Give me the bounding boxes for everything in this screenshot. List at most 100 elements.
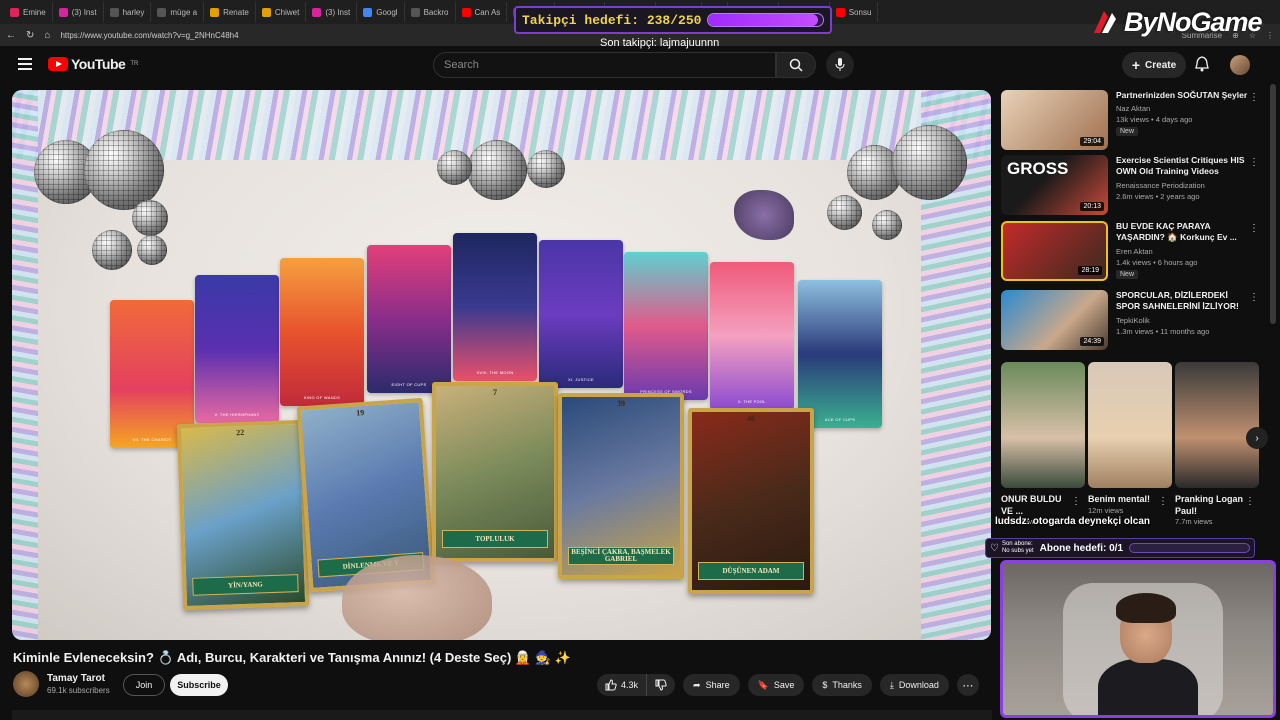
video-duration: 24:39 [1080, 337, 1104, 346]
short-title[interactable]: Benim mental! [1088, 494, 1158, 506]
tarot-card: XI. JUSTICE [539, 240, 623, 388]
browser-tab[interactable]: (3) Inst [306, 2, 358, 22]
video-thumbnail[interactable]: 29:04 [1001, 90, 1108, 150]
video-thumbnail[interactable]: 28:19 [1001, 221, 1108, 281]
create-button[interactable]: + Create [1122, 52, 1186, 78]
short-info: Pranking Logan Paul! 7.7m views [1175, 494, 1245, 527]
browser-tab[interactable]: Emine [4, 2, 53, 22]
thanks-icon: $ [822, 680, 828, 690]
download-button[interactable]: ⤓ Download [879, 674, 949, 696]
tab-label: Can As [474, 7, 501, 17]
download-label: Download [898, 680, 939, 690]
more-options-icon[interactable]: ⋮ [1245, 496, 1262, 507]
recommendation-item[interactable]: 24:39 SPORCULAR, DİZİLERDEKİ SPOR SAHNEL… [1001, 290, 1263, 352]
menu-icon[interactable] [18, 58, 32, 70]
search-button[interactable] [776, 52, 816, 78]
subscribe-button[interactable]: Subscribe [170, 674, 228, 696]
more-options-icon[interactable]: ⋮ [1249, 292, 1259, 303]
more-options-icon[interactable]: ⋮ [1249, 157, 1259, 168]
recommendation-item[interactable]: 29:04 Partnerinizden SOĞUTAN Şeyler Naz … [1001, 90, 1263, 152]
chat-message: ludsdz: otogarda deynekçi olcan [995, 516, 1151, 527]
voice-search-button[interactable] [826, 51, 854, 79]
search-input[interactable]: Search [433, 52, 776, 78]
recommendation-channel[interactable]: Naz Aktan [1116, 104, 1263, 113]
create-label: Create [1145, 59, 1177, 71]
tab-favicon-icon [261, 7, 271, 17]
subscriber-goal-overlay: ♡ Son abone: No subs yet Abone hedefi: 0… [985, 538, 1255, 558]
reload-icon[interactable]: ↻ [26, 30, 34, 41]
recommendation-channel[interactable]: TepkiKolik [1116, 316, 1263, 325]
browser-tab[interactable]: Googl [357, 2, 405, 22]
tab-label: Backro [423, 7, 449, 17]
extensions-icon[interactable]: ⋮ [1266, 31, 1274, 40]
recommendation-title[interactable]: Partnerinizden SOĞUTAN Şeyler [1116, 90, 1263, 101]
back-icon[interactable]: ← [6, 30, 16, 41]
home-icon[interactable]: ⌂ [44, 30, 50, 41]
tab-favicon-icon [835, 7, 845, 17]
new-badge: New [1116, 269, 1139, 279]
tab-label: müge a [170, 7, 198, 17]
channel-avatar[interactable] [13, 671, 39, 697]
tab-label: (3) Inst [71, 7, 97, 17]
more-options-icon[interactable]: ⋮ [1249, 92, 1259, 103]
video-thumbnail[interactable]: GROSS 20:13 [1001, 155, 1108, 215]
recommendation-title[interactable]: SPORCULAR, DİZİLERDEKİ SPOR SAHNELERİNİ … [1116, 290, 1263, 313]
follower-goal-text: Takipçi hedefi: 238/250 [522, 12, 702, 28]
last-follower-text: Son takipçi: lajmajuunnn [600, 37, 720, 49]
browser-tab[interactable]: Backro [405, 2, 456, 22]
shorts-next-arrow[interactable]: › [1246, 427, 1268, 449]
recommendation-meta: 13k views • 4 days ago [1116, 115, 1193, 125]
bookmark-icon: 🔖 [757, 679, 769, 690]
join-button[interactable]: Join [123, 674, 165, 696]
browser-tab[interactable]: Renate [204, 2, 256, 22]
tab-label: harley [122, 7, 145, 17]
short-title[interactable]: ONUR BULDU VE ... [1001, 494, 1071, 517]
like-button[interactable]: 4.3k [597, 674, 648, 696]
recommendation-title[interactable]: Exercise Scientist Critiques HIS OWN Old… [1116, 155, 1263, 178]
dislike-button[interactable] [647, 674, 675, 696]
new-badge: New [1116, 127, 1139, 137]
channel-name[interactable]: Tamay Tarot [47, 673, 110, 684]
sidebar-scrollbar[interactable] [1270, 84, 1276, 324]
short-thumbnail[interactable] [1001, 362, 1085, 488]
notifications-bell-icon[interactable] [1195, 56, 1209, 77]
recommendation-item[interactable]: GROSS 20:13 Exercise Scientist Critiques… [1001, 155, 1263, 217]
youtube-logo[interactable]: YouTube TR [48, 56, 138, 72]
browser-tab[interactable]: Chiwet [256, 2, 307, 22]
share-button[interactable]: ➦ Share [683, 674, 740, 696]
browser-tab[interactable]: harley [104, 2, 152, 22]
save-button[interactable]: 🔖 Save [747, 674, 805, 696]
more-options-icon[interactable]: ⋮ [1249, 223, 1259, 234]
browser-tab[interactable]: Can As [456, 2, 508, 22]
recommendation-channel[interactable]: Eren Aktan [1116, 247, 1263, 256]
disco-ball [437, 150, 472, 185]
save-label: Save [773, 680, 795, 690]
short-thumbnail[interactable] [1088, 362, 1172, 488]
tab-favicon-icon [157, 7, 167, 17]
video-thumbnail[interactable]: 24:39 [1001, 290, 1108, 350]
download-icon: ⤓ [889, 679, 894, 690]
share-label: Share [705, 680, 730, 690]
browser-tab[interactable]: (3) Inst [53, 2, 104, 22]
more-actions-button[interactable]: ⋯ [956, 674, 979, 696]
disco-ball [92, 230, 132, 270]
url-field[interactable]: https://www.youtube.com/watch?v=g_2NHnC4… [60, 31, 238, 40]
like-count: 4.3k [621, 680, 639, 690]
tarot-card: PRINCESS OF SWORDS [624, 252, 708, 400]
account-avatar[interactable] [1230, 55, 1250, 75]
recommendation-meta: 2.6m views • 2 years ago [1116, 191, 1200, 201]
shorts-shelf: ONUR BULDU VE ... 885k views ⋮ Benim men… [1001, 362, 1268, 532]
chevron-right-icon: › [1255, 432, 1259, 444]
video-player[interactable]: VII. THE CHARIOT V. THE HIEROPHANT KING … [12, 90, 991, 640]
tarot-card: V. THE HIEROPHANT [195, 275, 279, 423]
browser-tab[interactable]: müge a [151, 2, 205, 22]
recommendation-channel[interactable]: Renaissance Periodization [1116, 181, 1263, 190]
short-title[interactable]: Pranking Logan Paul! [1175, 494, 1245, 517]
short-thumbnail[interactable] [1175, 362, 1259, 488]
streamer-body [1098, 659, 1198, 715]
browser-tab[interactable]: Sonsu [830, 2, 879, 22]
subscriber-goal-bar [1129, 543, 1250, 553]
recommendation-title[interactable]: BU EVDE KAÇ PARAYA YAŞARDIN? 🏠 Korkunç E… [1116, 221, 1263, 244]
recommendation-item[interactable]: 28:19 BU EVDE KAÇ PARAYA YAŞARDIN? 🏠 Kor… [1001, 221, 1263, 283]
thanks-button[interactable]: $ Thanks [812, 674, 872, 696]
